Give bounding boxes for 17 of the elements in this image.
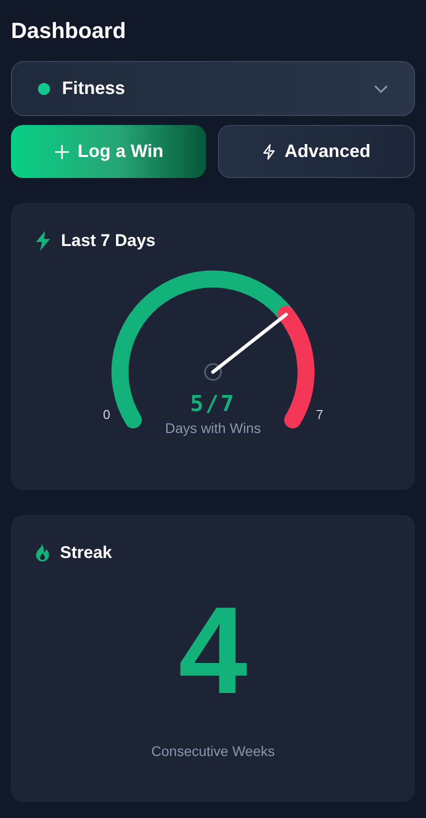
advanced-button[interactable]: Advanced <box>218 125 415 178</box>
plus-icon <box>54 144 70 160</box>
gauge-max-label: 7 <box>316 407 324 422</box>
lightning-icon <box>262 144 276 160</box>
gauge-pivot <box>204 363 222 381</box>
category-select[interactable]: Fitness <box>11 61 415 116</box>
gauge-value: 5/7 <box>190 392 236 417</box>
page-title: Dashboard <box>11 17 127 45</box>
flame-icon <box>35 544 50 562</box>
card-title: Last 7 Days <box>61 231 156 251</box>
lightning-icon <box>35 231 51 251</box>
streak-count: 4 <box>178 589 248 713</box>
card-title: Streak <box>60 543 112 563</box>
gauge-min-label: 0 <box>103 407 110 422</box>
streak-caption: Consecutive Weeks <box>151 743 275 759</box>
chevron-down-icon <box>374 84 388 92</box>
gauge-caption: Days with Wins <box>165 420 261 436</box>
